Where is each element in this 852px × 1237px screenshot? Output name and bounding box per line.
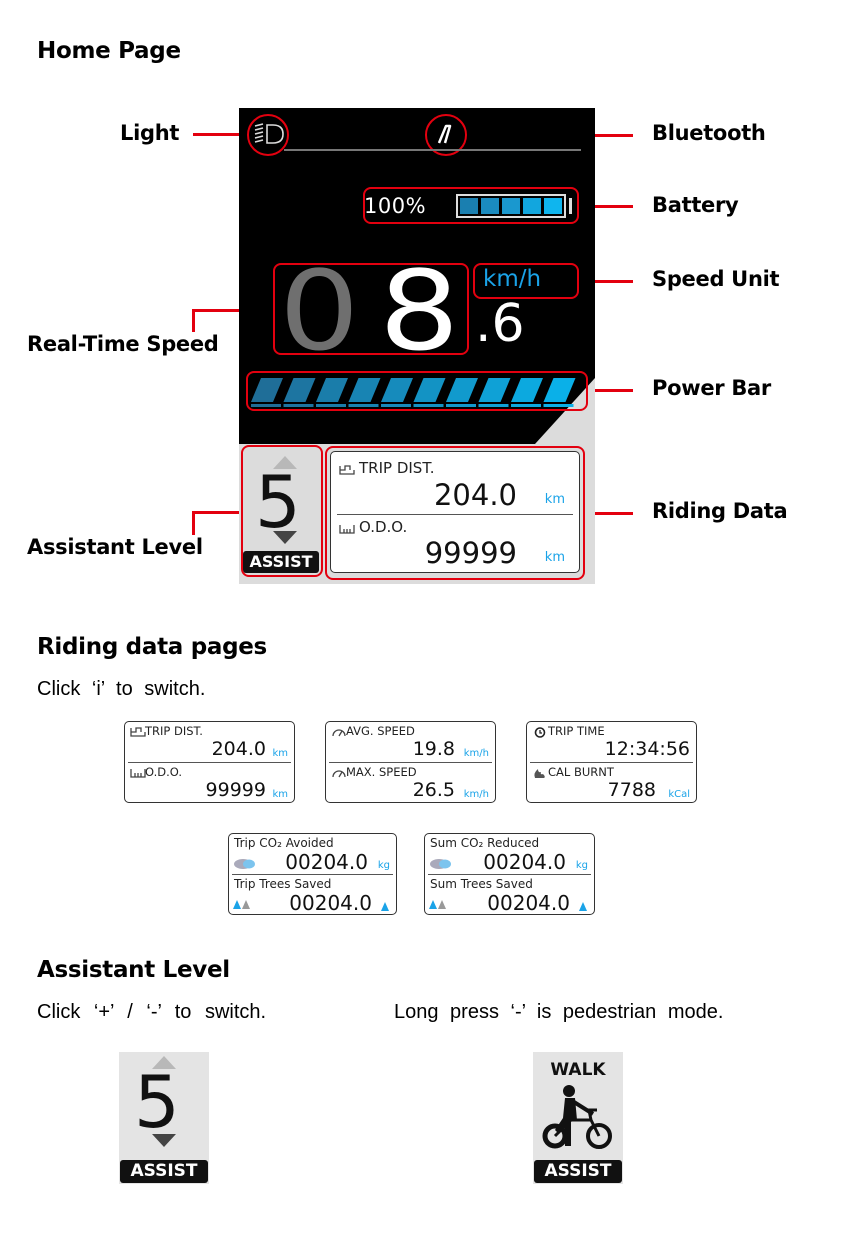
trees-icon bbox=[233, 900, 250, 909]
pedestrian-bike-icon bbox=[542, 1085, 612, 1149]
clock-icon bbox=[534, 727, 546, 738]
speedometer-icon bbox=[332, 770, 346, 778]
speed-decimal: .6 bbox=[475, 294, 525, 354]
data-label: TRIP TIME bbox=[548, 724, 605, 738]
data-label: AVG. SPEED bbox=[346, 724, 415, 738]
data-unit: kg bbox=[377, 860, 390, 871]
data-unit: kg bbox=[575, 860, 588, 871]
battery-highlight bbox=[363, 187, 579, 224]
co2-cloud-icon bbox=[430, 859, 451, 869]
assist-instruction-switch: Click ‘+’ / ‘-’ to switch. bbox=[37, 1001, 267, 1023]
data-label: O.D.O. bbox=[145, 765, 182, 779]
data-value: 00204.0 bbox=[487, 891, 570, 915]
data-unit: kCal bbox=[668, 789, 690, 800]
assist-level-example: 5 ASSIST bbox=[119, 1052, 209, 1184]
data-label: Sum CO₂ Reduced bbox=[430, 836, 540, 850]
data-value: 7788 bbox=[607, 779, 656, 801]
riding-data-highlight bbox=[325, 446, 585, 580]
callout-light: Light bbox=[120, 121, 180, 145]
tree-unit-icon bbox=[381, 902, 389, 911]
data-value: 204.0 bbox=[211, 738, 266, 760]
riding-data-pages-title: Riding data pages bbox=[37, 634, 267, 660]
home-page-title: Home Page bbox=[37, 38, 181, 64]
data-value: 19.8 bbox=[412, 738, 455, 760]
power-bar-highlight bbox=[246, 371, 588, 411]
speedometer-icon bbox=[332, 729, 346, 737]
data-unit: km bbox=[272, 748, 288, 759]
flame-icon bbox=[534, 769, 545, 778]
assist-highlight bbox=[241, 445, 323, 577]
home-display: 100% km/h 0 8 .6 5 ASSIST TRIP DIST. 204… bbox=[239, 108, 595, 584]
riding-data-page-card: Sum CO₂ Reduced 00204.0 kg Sum Trees Saved 0… bbox=[424, 833, 595, 915]
callout-line-assist-v bbox=[192, 512, 195, 535]
riding-data-instruction: Click ‘i’ to switch. bbox=[37, 678, 206, 700]
riding-data-page-card: Trip CO₂ Avoided 00204.0 kg Trip Trees Save… bbox=[228, 833, 397, 915]
callout-riding-data: Riding Data bbox=[652, 499, 788, 523]
data-value: 12:34:56 bbox=[604, 738, 690, 760]
data-value: 00204.0 bbox=[483, 850, 566, 874]
callout-line-speed-v bbox=[192, 310, 195, 332]
data-label: TRIP DIST. bbox=[145, 724, 203, 738]
data-value: 00204.0 bbox=[285, 850, 368, 874]
riding-data-page-card: AVG. SPEED 19.8 km/h MAX. SPEED 26.5 km/h bbox=[325, 721, 496, 803]
odo-icon bbox=[130, 769, 146, 778]
assist-example-badge: ASSIST bbox=[120, 1160, 208, 1183]
light-highlight bbox=[247, 114, 289, 156]
data-value: 99999 bbox=[205, 779, 266, 801]
trip-icon bbox=[130, 727, 146, 737]
data-unit: km bbox=[272, 789, 288, 800]
trees-icon bbox=[429, 900, 446, 909]
header-divider bbox=[284, 149, 581, 151]
co2-cloud-icon bbox=[234, 859, 255, 869]
assistant-level-title: Assistant Level bbox=[37, 957, 230, 983]
data-label: CAL BURNT bbox=[548, 765, 614, 779]
data-value: 26.5 bbox=[412, 779, 455, 801]
walk-label: WALK bbox=[550, 1060, 606, 1080]
callout-bluetooth: Bluetooth bbox=[652, 121, 766, 145]
walk-mode-example: WALK ASSIST bbox=[533, 1052, 623, 1184]
tree-unit-icon bbox=[579, 902, 587, 911]
callout-line-assist-h bbox=[192, 511, 242, 514]
riding-data-page-card: TRIP DIST. 204.0 km O.D.O. 99999 km bbox=[124, 721, 295, 803]
walk-assist-badge: ASSIST bbox=[534, 1160, 622, 1183]
assist-instruction-walk: Long press ‘-’ is pedestrian mode. bbox=[394, 1001, 724, 1023]
riding-data-page-card: TRIP TIME 12:34:56 CAL BURNT 7788 kCal bbox=[526, 721, 697, 803]
data-unit: km/h bbox=[463, 789, 489, 800]
callout-speed-unit: Speed Unit bbox=[652, 267, 780, 291]
data-label: Trip CO₂ Avoided bbox=[234, 836, 334, 850]
data-label: Sum Trees Saved bbox=[430, 877, 533, 891]
data-label: Trip Trees Saved bbox=[234, 877, 332, 891]
data-label: MAX. SPEED bbox=[346, 765, 417, 779]
data-value: 00204.0 bbox=[289, 891, 372, 915]
assist-down-arrow-icon bbox=[152, 1134, 176, 1147]
assist-example-value: 5 bbox=[134, 1060, 180, 1144]
callout-power-bar: Power Bar bbox=[652, 376, 771, 400]
callout-battery: Battery bbox=[652, 193, 739, 217]
speed-highlight bbox=[273, 263, 469, 355]
data-unit: km/h bbox=[463, 748, 489, 759]
callout-assistant-level: Assistant Level bbox=[27, 535, 203, 559]
callout-real-time-speed: Real-Time Speed bbox=[27, 332, 219, 356]
